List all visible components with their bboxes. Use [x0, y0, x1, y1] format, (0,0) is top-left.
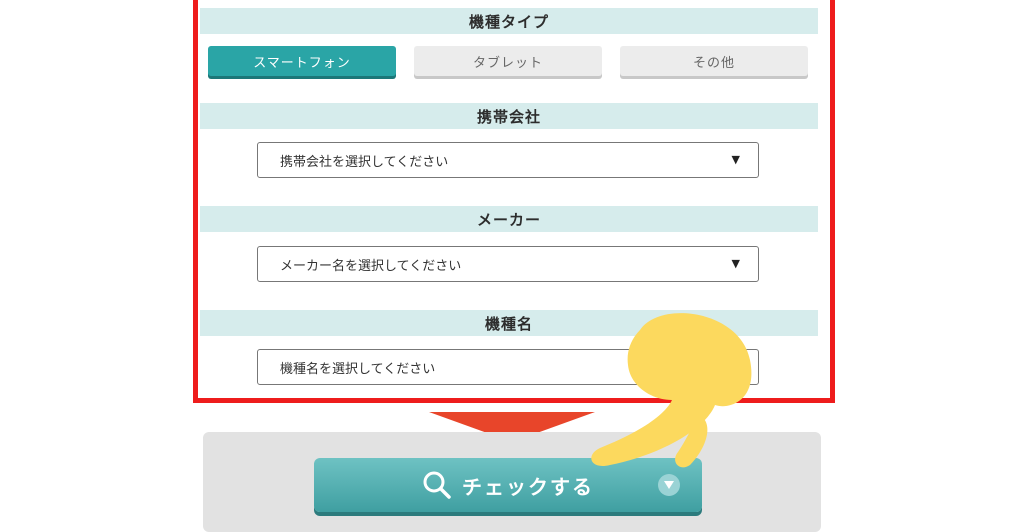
section-header-carrier: 携帯会社: [200, 103, 818, 129]
section-header-label: 機種名: [484, 314, 533, 333]
section-header-label: メーカー: [476, 210, 541, 229]
section-header-model: 機種名: [200, 310, 818, 336]
caret-down-icon: ▼: [731, 257, 740, 270]
section-header-device-type: 機種タイプ: [200, 8, 818, 34]
model-select-value: 機種名を選択してください: [280, 361, 436, 377]
model-select[interactable]: 機種名を選択してください: [257, 349, 759, 385]
section-header-label: 携帯会社: [476, 107, 541, 126]
maker-select[interactable]: メーカー名を選択してください ▼: [257, 246, 759, 282]
maker-select-value: メーカー名を選択してください: [280, 258, 462, 274]
device-type-other-button[interactable]: その他: [620, 46, 808, 76]
search-icon: [422, 470, 452, 500]
device-type-tablet-button[interactable]: タブレット: [414, 46, 602, 76]
section-header-label: 機種タイプ: [468, 12, 549, 31]
device-type-label: スマートフォン: [253, 55, 351, 71]
chevron-down-icon: [658, 474, 680, 496]
check-button[interactable]: チェックする: [314, 458, 702, 512]
device-type-label: タブレット: [472, 55, 543, 71]
carrier-select-value: 携帯会社を選択してください: [280, 154, 449, 170]
check-button-label: チェックする: [462, 474, 594, 499]
device-type-smartphone-button[interactable]: スマートフォン: [208, 46, 396, 76]
caret-down-icon: ▼: [731, 153, 740, 166]
carrier-select[interactable]: 携帯会社を選択してください ▼: [257, 142, 759, 178]
device-type-label: その他: [692, 55, 735, 71]
section-header-maker: メーカー: [200, 206, 818, 232]
